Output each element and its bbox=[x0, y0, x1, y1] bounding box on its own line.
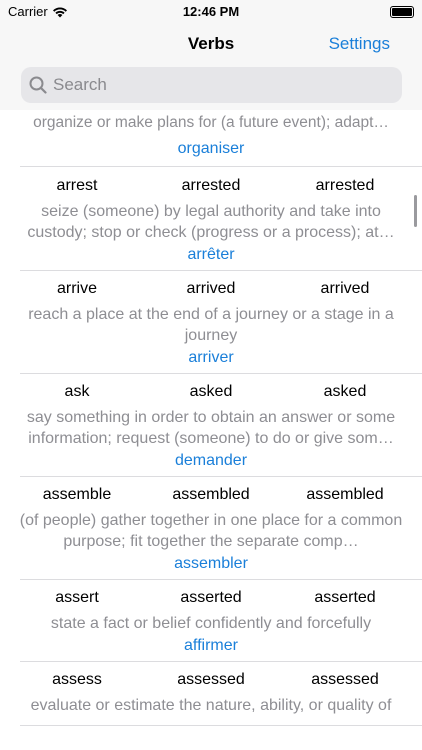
verb-participle-form: asked bbox=[323, 383, 367, 400]
verb-participle-form: assessed bbox=[311, 671, 379, 688]
verb-base-form: ask bbox=[64, 383, 90, 400]
verb-translation: demander bbox=[174, 452, 248, 469]
verb-forms: assert asserted asserted bbox=[10, 587, 412, 609]
verb-past-form: asked bbox=[189, 383, 233, 400]
settings-button[interactable]: Settings bbox=[329, 34, 390, 54]
list-item[interactable]: arrest arrested arrested seize (someone) by… bbox=[0, 167, 422, 271]
verb-definition: reach a place at the end of a journey or… bbox=[28, 306, 394, 344]
status-time: 12:46 PM bbox=[182, 4, 240, 19]
verb-past-form: asserted bbox=[180, 589, 242, 606]
verb-base-form: assemble bbox=[42, 486, 112, 503]
verb-translation: assembler bbox=[174, 555, 248, 572]
verb-participle-form: asserted bbox=[314, 589, 376, 606]
verb-translation: affirmer bbox=[184, 637, 238, 654]
list-item[interactable]: assess assessed assessed evaluate or estima… bbox=[0, 661, 422, 726]
verb-definition: (of people) gather together in one place… bbox=[19, 512, 403, 550]
verb-forms: arrive arrived arrived bbox=[10, 278, 412, 300]
verb-translation: organiser bbox=[177, 140, 245, 157]
search-input[interactable] bbox=[53, 75, 383, 95]
verb-participle-form: arrived bbox=[320, 280, 370, 297]
verb-definition: seize (someone) by legal authority and t… bbox=[27, 203, 395, 241]
list-item[interactable]: arrive arrived arrived reach a place at the… bbox=[0, 270, 422, 374]
verb-past-form: arrested bbox=[181, 177, 241, 194]
verb-participle-form: arrested bbox=[315, 177, 375, 194]
scroll-indicator[interactable] bbox=[414, 195, 417, 227]
verb-definition: organize or make plans for (a future eve… bbox=[33, 114, 389, 131]
verb-base-form: arrive bbox=[56, 280, 97, 297]
row-divider bbox=[20, 725, 422, 726]
verb-list[interactable]: organize or make plans for (a future eve… bbox=[0, 110, 422, 750]
verb-past-form: assessed bbox=[177, 671, 245, 688]
verb-base-form: assert bbox=[55, 589, 99, 606]
verb-definition: say something in order to obtain an answ… bbox=[26, 409, 396, 447]
verb-forms: assemble assembled assembled bbox=[10, 484, 412, 506]
verb-base-form: assess bbox=[52, 671, 102, 688]
verb-past-form: assembled bbox=[172, 486, 250, 503]
status-bar: Carrier 12:46 PM bbox=[0, 0, 422, 24]
verb-past-form: arrived bbox=[186, 280, 236, 297]
list-item[interactable]: assert asserted asserted state a fact or be… bbox=[0, 579, 422, 662]
verb-translation: arriver bbox=[188, 349, 234, 366]
list-item[interactable]: assemble assembled assembled (of people) ga… bbox=[0, 476, 422, 580]
navigation-bar: Verbs Settings bbox=[0, 24, 422, 64]
list-item[interactable]: organize or make plans for (a future eve… bbox=[20, 110, 422, 167]
search-icon bbox=[29, 76, 47, 94]
list-item[interactable]: ask asked asked say something in order to o… bbox=[0, 373, 422, 477]
verb-translation: arrêter bbox=[187, 246, 235, 263]
search-field[interactable] bbox=[21, 67, 402, 103]
verb-forms: assess assessed assessed bbox=[10, 669, 412, 691]
verb-base-form: arrest bbox=[56, 177, 98, 194]
verb-definition: state a fact or belief confidently and f… bbox=[50, 615, 372, 632]
search-bar bbox=[0, 64, 422, 110]
verb-forms: arrest arrested arrested bbox=[10, 175, 412, 197]
verb-definition: evaluate or estimate the nature, ability… bbox=[30, 697, 392, 714]
battery-icon bbox=[390, 6, 414, 18]
verb-forms: ask asked asked bbox=[10, 381, 412, 403]
verb-participle-form: assembled bbox=[306, 486, 384, 503]
